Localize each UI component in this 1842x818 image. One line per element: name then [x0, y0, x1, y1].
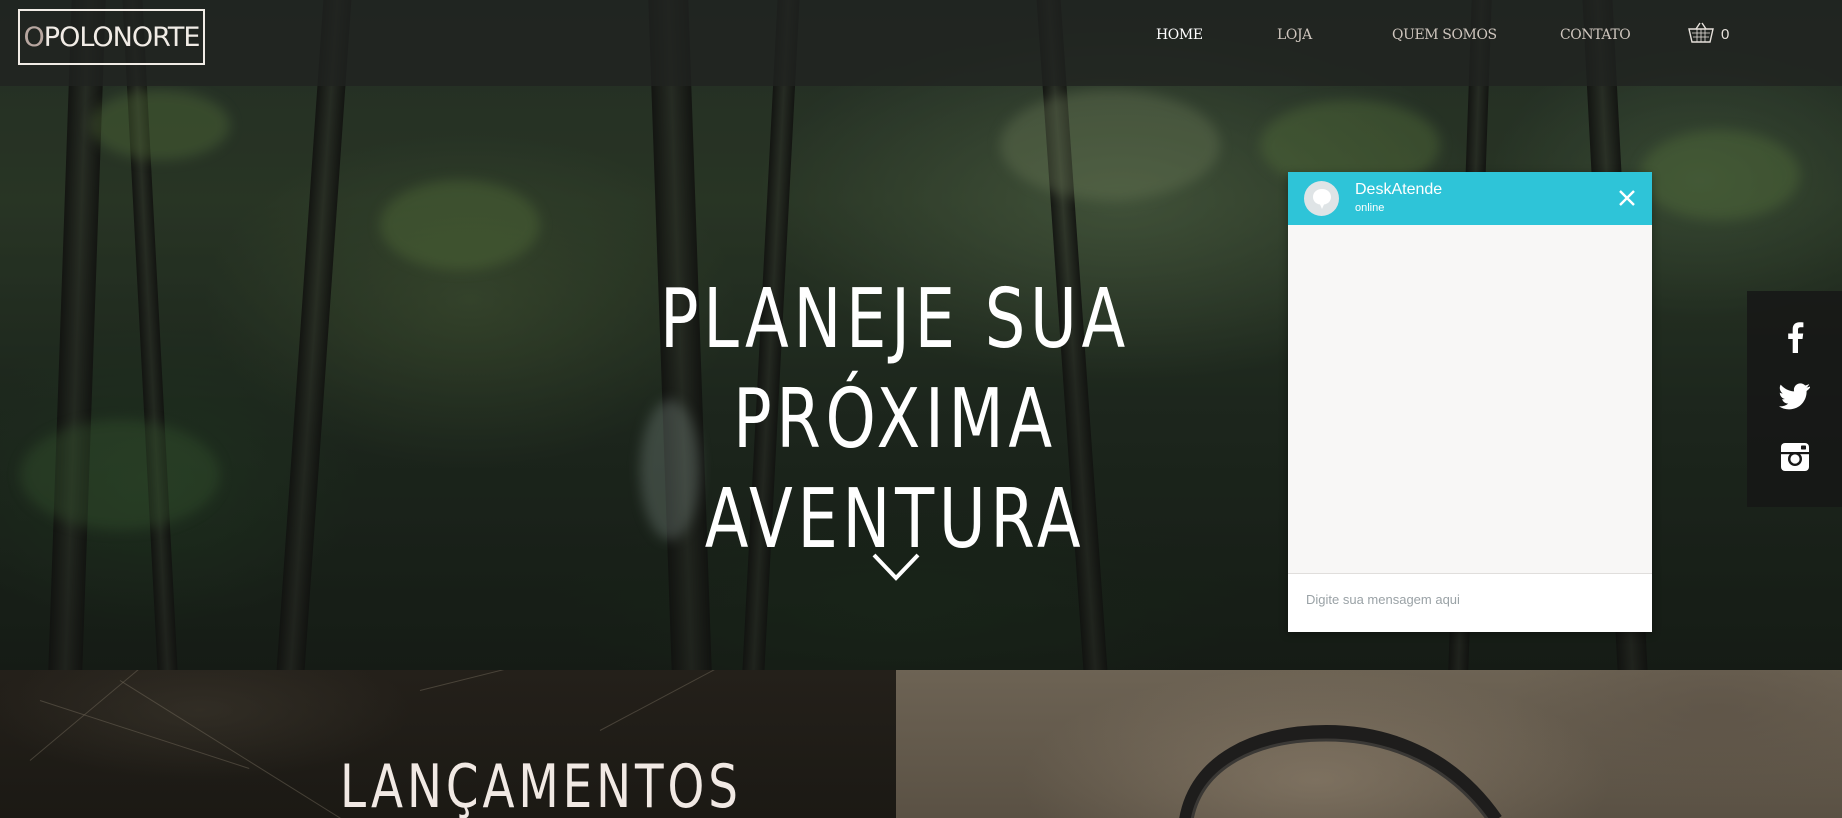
nav-home[interactable]: HOME: [1156, 27, 1203, 51]
cart-button[interactable]: 0: [1687, 22, 1729, 46]
instagram-icon[interactable]: [1779, 441, 1811, 473]
nav-quem-somos[interactable]: QUEM SOMOS: [1392, 27, 1497, 51]
decor-branch: [29, 670, 184, 761]
decor-branch: [419, 670, 712, 691]
decor-branch: [119, 680, 341, 818]
facebook-icon[interactable]: [1779, 321, 1811, 353]
nav-contato[interactable]: CONTATO: [1560, 27, 1631, 51]
logo-text: POLONORTE: [43, 21, 201, 53]
nav-loja[interactable]: LOJA: [1277, 27, 1312, 51]
chat-agent-name: DeskAtende: [1355, 181, 1443, 198]
close-icon[interactable]: [1616, 187, 1638, 209]
releases-section: LANÇAMENTOS: [0, 670, 896, 818]
chat-header[interactable]: DeskAtende online: [1288, 172, 1652, 225]
site-logo[interactable]: O POLONORTE: [18, 9, 205, 65]
basket-icon: [1688, 22, 1714, 43]
hero-title: PLANEJE SUA PRÓXIMA AVENTURA: [564, 270, 1227, 570]
chat-avatar: [1304, 181, 1339, 216]
chat-bubble-icon: [1312, 188, 1331, 209]
header-bar: O POLONORTE HOME LOJA QUEM SOMOS CONTATO …: [0, 0, 1842, 86]
chevron-down-icon[interactable]: [872, 552, 920, 582]
logo-initial: O: [23, 21, 45, 53]
social-bar: [1747, 291, 1842, 507]
releases-title: LANÇAMENTOS: [340, 752, 742, 818]
hero-title-line2: PRÓXIMA AVENTURA: [704, 372, 1086, 567]
chat-messages: [1288, 225, 1652, 574]
bag-handle-image: [1179, 724, 1502, 818]
hero-title-line1: PLANEJE SUA: [660, 272, 1130, 367]
cart-count: 0: [1721, 25, 1730, 43]
decor-branch: [599, 670, 830, 731]
twitter-icon[interactable]: [1779, 381, 1811, 413]
chat-status: online: [1355, 202, 1385, 214]
chat-widget: DeskAtende online Digite sua mensagem aq…: [1288, 172, 1652, 632]
product-image[interactable]: [896, 670, 1842, 818]
chat-message-input[interactable]: Digite sua mensagem aqui: [1288, 574, 1652, 632]
decor-branch: [39, 700, 250, 769]
